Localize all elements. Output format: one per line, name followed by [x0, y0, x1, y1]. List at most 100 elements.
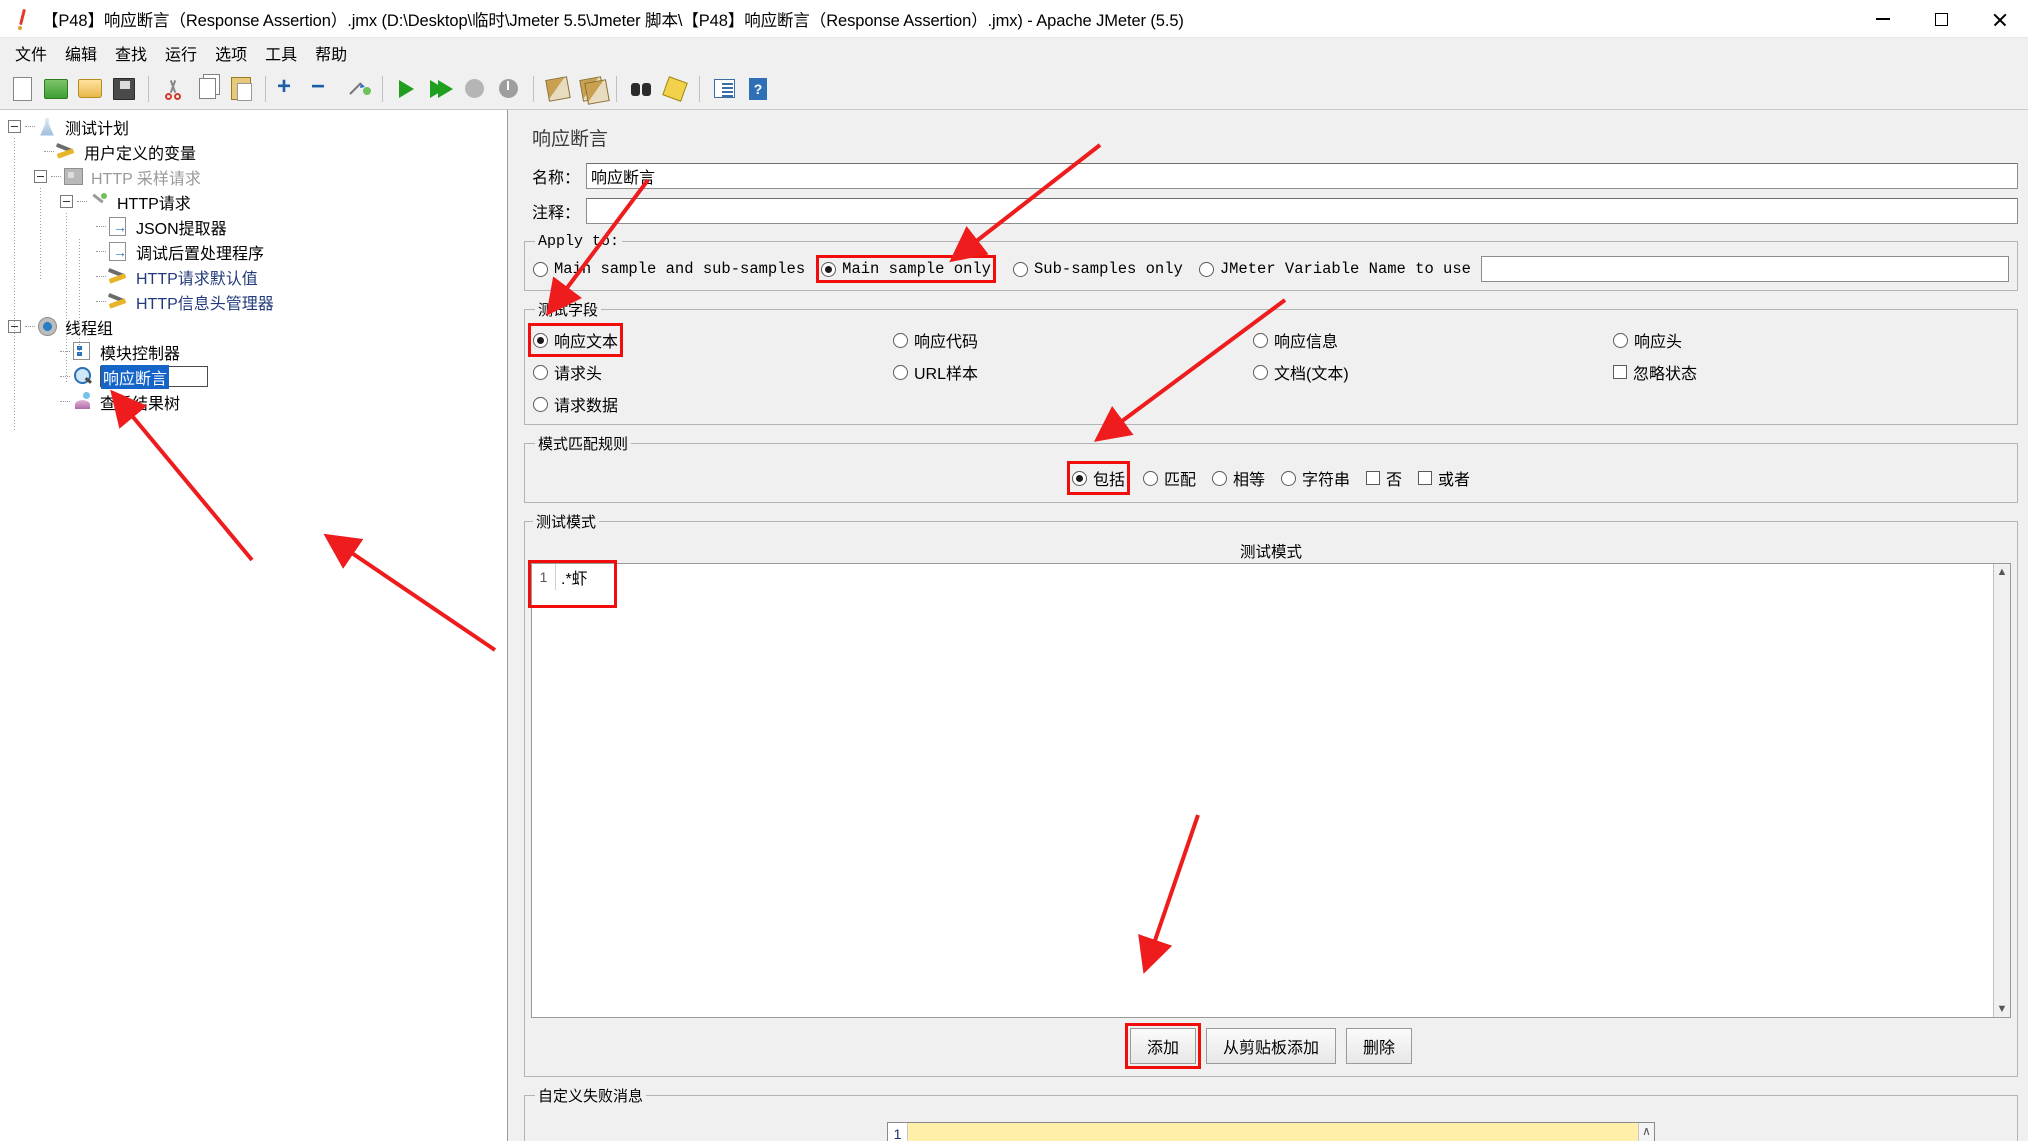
save-button[interactable]	[108, 73, 140, 105]
function-helper-button[interactable]	[708, 73, 740, 105]
copy-button[interactable]	[191, 73, 223, 105]
menu-file[interactable]: 文件	[6, 38, 56, 68]
new-template-button[interactable]	[40, 73, 72, 105]
radio-substring[interactable]: 字符串	[1281, 466, 1350, 490]
tree-label: 调试后置处理程序	[136, 245, 265, 263]
clear-all-button[interactable]	[576, 73, 610, 105]
table-scrollbar[interactable]: ▲ ▼	[1993, 564, 2010, 1017]
tree-node-user-variables[interactable]: 用户定义的变量	[0, 139, 507, 164]
tree-node-http-sampler[interactable]: HTTP 采样请求	[0, 164, 507, 189]
radio-response-text[interactable]: 响应文本	[527, 323, 624, 357]
stop-button[interactable]	[459, 73, 491, 105]
open-file-button[interactable]	[74, 73, 106, 105]
minimize-button[interactable]	[1854, 0, 1912, 38]
menu-options[interactable]: 选项	[206, 38, 256, 68]
add-button[interactable]: 添加	[1124, 1023, 1201, 1069]
shutdown-button[interactable]	[493, 73, 525, 105]
checkbox-label: 或者	[1438, 472, 1471, 489]
tree-label: 测试计划	[65, 120, 130, 138]
reset-search-button[interactable]	[659, 73, 691, 105]
tree-node-http-defaults[interactable]: HTTP请求默认值	[0, 264, 507, 289]
tree-guide-dash	[44, 151, 54, 152]
checkbox-label: 忽略状态	[1633, 366, 1698, 383]
tree-node-response-assertion[interactable]: 响应断言	[0, 364, 507, 389]
open-file-icon	[78, 79, 102, 98]
scroll-down-icon[interactable]: ▼	[1997, 1003, 2008, 1015]
user-variables-icon	[56, 142, 78, 162]
tree-node-thread-group[interactable]: 线程组	[0, 314, 507, 339]
test-plan-tree[interactable]: 测试计划 用户定义的变量 HTTP 采样请求 HTTP请求 JSON提取器	[0, 110, 508, 1141]
radio-request-headers[interactable]: 请求头	[533, 360, 877, 384]
radio-main-sample-and-sub-samples[interactable]: Main sample and sub-samples	[533, 260, 805, 278]
test-patterns-table[interactable]: 1 .*虾 ▲ ▼	[528, 560, 2011, 1018]
json-extractor-icon	[108, 216, 130, 237]
menu-run[interactable]: 运行	[156, 38, 206, 68]
menu-search[interactable]: 查找	[106, 38, 156, 68]
tree-node-http-request[interactable]: HTTP请求	[0, 189, 507, 214]
delete-button[interactable]: 删除	[1346, 1028, 1413, 1064]
custom-failure-message-editor[interactable]: 1 ∧ ∨	[887, 1122, 1655, 1141]
function-helper-icon	[713, 79, 735, 98]
radio-response-headers[interactable]: 响应头	[1613, 328, 1993, 352]
paste-button[interactable]	[225, 73, 257, 105]
radio-sub-samples-only[interactable]: Sub-samples only	[1012, 260, 1183, 278]
menu-help[interactable]: 帮助	[306, 38, 356, 68]
tree-label: HTTP请求	[117, 195, 191, 213]
maximize-button[interactable]	[1912, 0, 1970, 38]
radio-label: 请求头	[554, 366, 603, 383]
radio-label: 请求数据	[554, 398, 619, 415]
menu-edit[interactable]: 编辑	[56, 38, 106, 68]
radio-equals[interactable]: 相等	[1211, 466, 1265, 490]
radio-response-code[interactable]: 响应代码	[893, 328, 1237, 352]
radio-request-data[interactable]: 请求数据	[533, 392, 877, 416]
expand-all-button[interactable]: +	[274, 73, 306, 105]
tree-node-module-controller[interactable]: 模块控制器	[0, 339, 507, 364]
failure-message-scrollbar[interactable]: ∧ ∨	[1638, 1123, 1654, 1141]
collapse-all-button[interactable]: −	[308, 73, 340, 105]
checkbox-or[interactable]: 或者	[1418, 466, 1470, 490]
tree-node-view-results-tree[interactable]: 查看结果树	[0, 389, 507, 414]
name-input[interactable]	[586, 163, 2018, 189]
expand-toggle-thread-group[interactable]	[8, 320, 21, 333]
cut-button[interactable]	[157, 73, 189, 105]
expand-toggle-http-request[interactable]	[60, 195, 73, 208]
failure-message-textarea[interactable]	[908, 1123, 1638, 1141]
jmeter-variable-name-input[interactable]	[1480, 256, 2009, 282]
radio-label: 包括	[1092, 472, 1125, 489]
tree-node-rename-input[interactable]: 响应断言	[100, 364, 208, 389]
menu-tools[interactable]: 工具	[256, 38, 306, 68]
start-button[interactable]	[391, 73, 423, 105]
tree-node-test-plan[interactable]: 测试计划	[0, 114, 507, 139]
help-button[interactable]: ?	[742, 73, 774, 105]
search-button[interactable]	[625, 73, 657, 105]
radio-jmeter-variable-name[interactable]: JMeter Variable Name to use	[1198, 260, 1471, 278]
main-split: 测试计划 用户定义的变量 HTTP 采样请求 HTTP请求 JSON提取器	[0, 110, 2028, 1141]
new-file-button[interactable]	[6, 73, 38, 105]
test-patterns-buttons: 添加 从剪贴板添加 删除	[531, 1018, 2011, 1076]
radio-indicator	[1142, 470, 1158, 486]
radio-contains[interactable]: 包括	[1066, 461, 1130, 495]
scroll-up-icon[interactable]: ▲	[1997, 566, 2008, 578]
radio-main-sample-only[interactable]: Main sample only	[816, 255, 996, 283]
tree-node-http-header-manager[interactable]: HTTP信息头管理器	[0, 289, 507, 314]
expand-toggle-test-plan[interactable]	[8, 120, 21, 133]
scroll-up-icon[interactable]: ∧	[1642, 1124, 1651, 1138]
radio-document-text[interactable]: 文档(文本)	[1253, 360, 1597, 384]
checkbox-not[interactable]: 否	[1366, 466, 1402, 490]
checkbox-ignore-status[interactable]: 忽略状态	[1613, 360, 1993, 384]
expand-toggle-http-sampler[interactable]	[34, 170, 47, 183]
close-button[interactable]	[1970, 0, 2028, 38]
clear-button[interactable]	[542, 73, 574, 105]
tree-node-json-extractor[interactable]: JSON提取器	[0, 214, 507, 239]
table-row[interactable]: 1 .*虾	[532, 564, 1993, 590]
start-no-pauses-button[interactable]	[425, 73, 457, 105]
radio-matches[interactable]: 匹配	[1142, 466, 1196, 490]
response-assertion-icon	[72, 366, 94, 387]
add-from-clipboard-button[interactable]: 从剪贴板添加	[1205, 1028, 1336, 1064]
toggle-button[interactable]	[342, 73, 374, 105]
radio-url-sampled[interactable]: URL样本	[893, 360, 1237, 384]
tree-node-debug-postprocessor[interactable]: 调试后置处理程序	[0, 239, 507, 264]
pattern-cell[interactable]: .*虾	[556, 564, 1993, 590]
comment-input[interactable]	[586, 198, 2018, 224]
radio-response-message[interactable]: 响应信息	[1253, 328, 1597, 352]
